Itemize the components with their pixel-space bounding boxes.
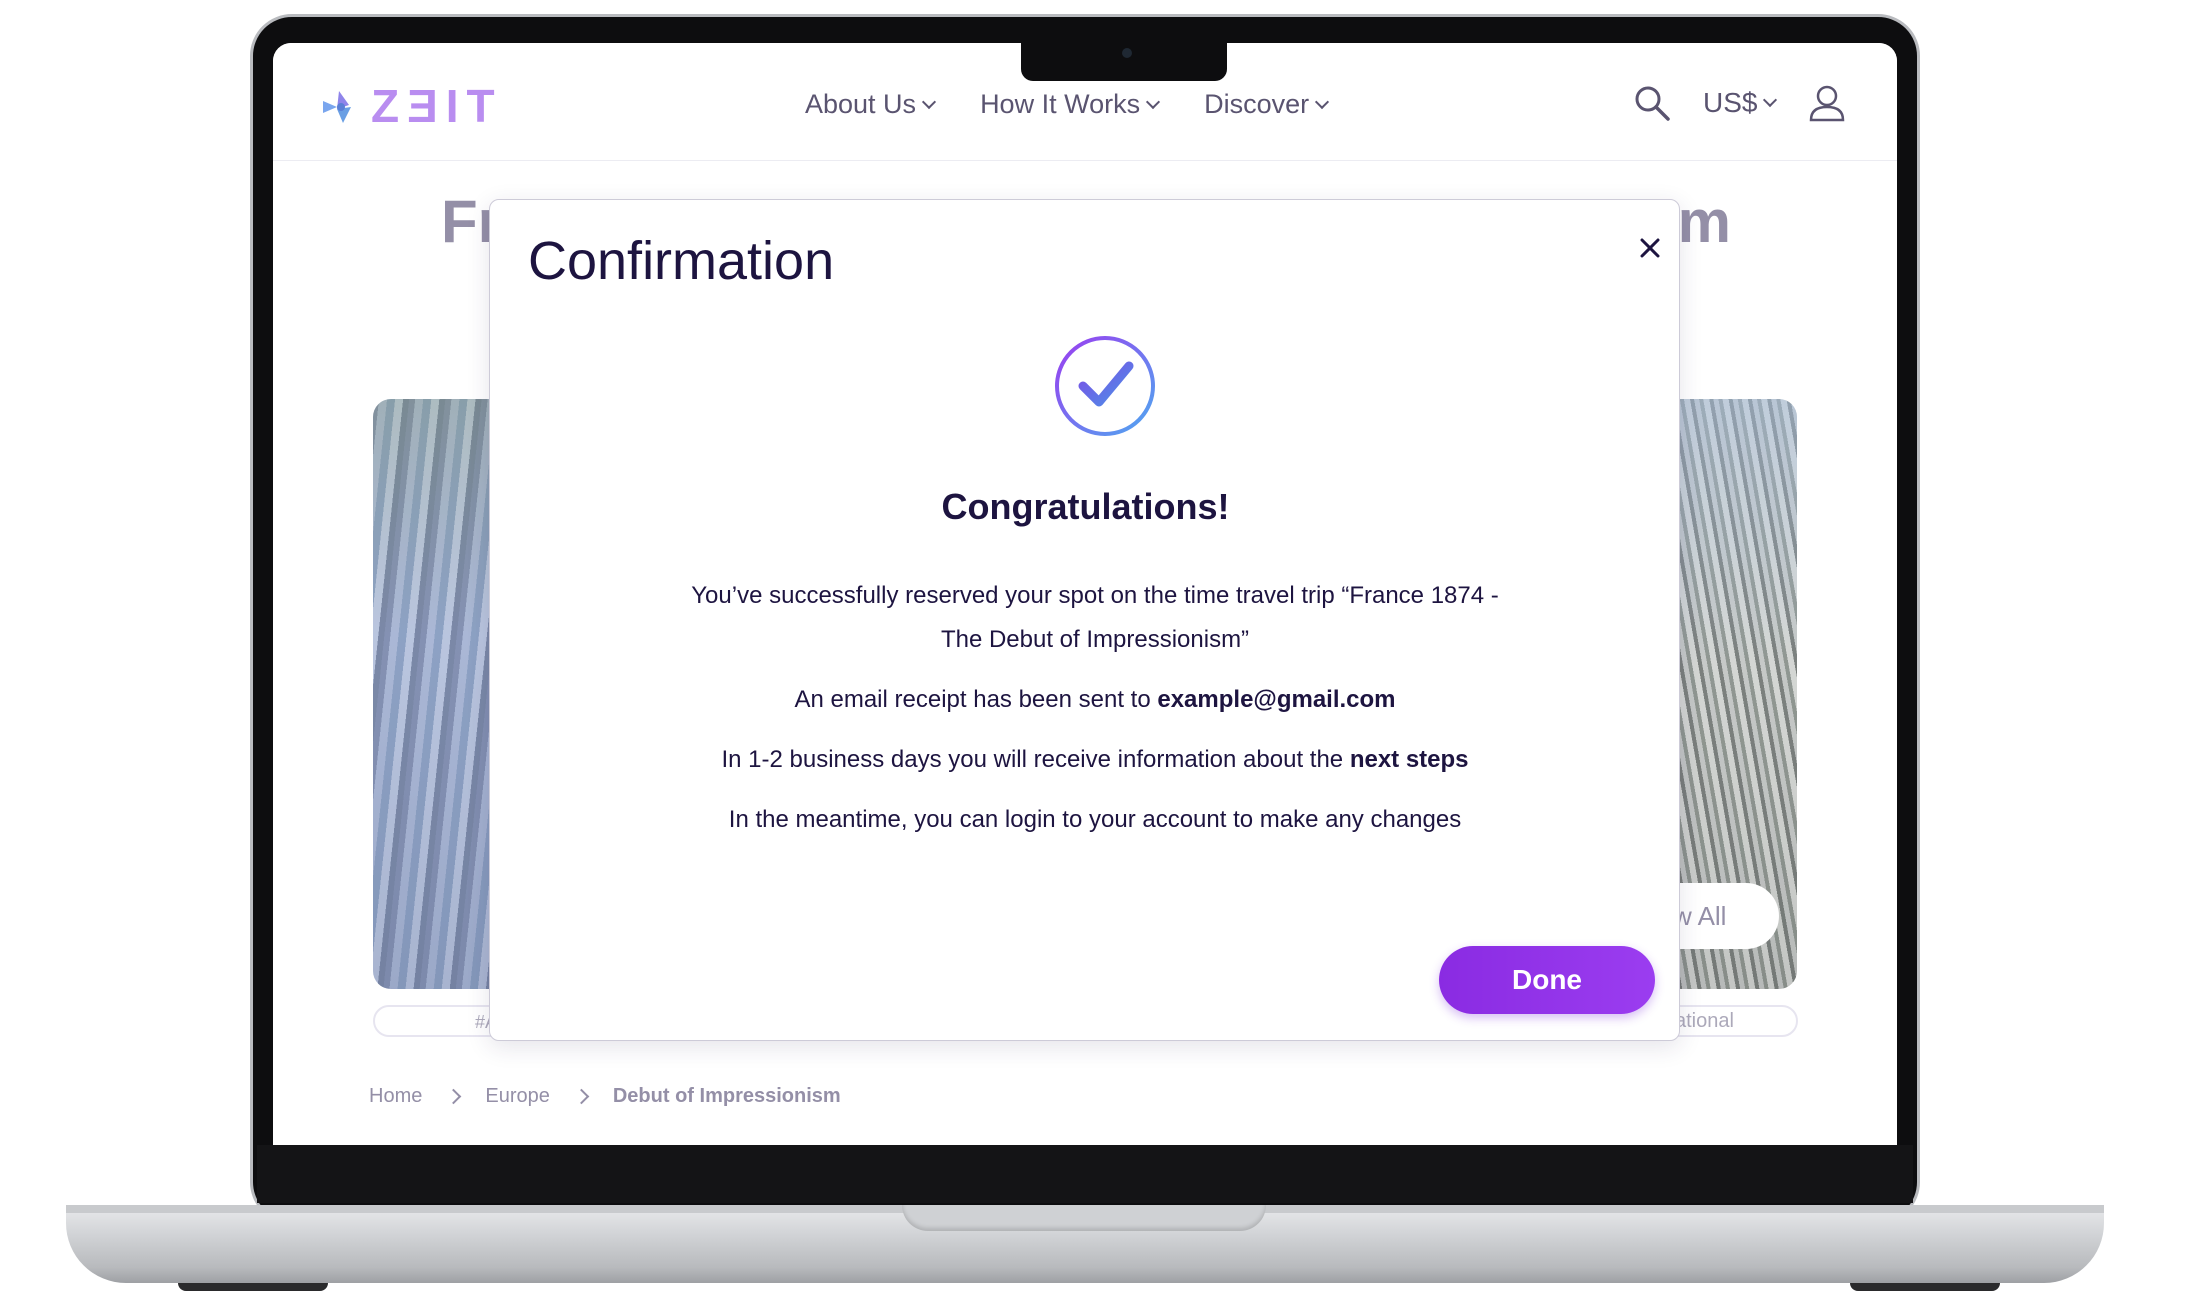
laptop-base-notch <box>902 1205 1266 1231</box>
screen: ZƎIT About Us How It Works Discover US$ … <box>273 43 1897 1145</box>
modal-body: You’ve successfully reserved your spot o… <box>640 574 1550 858</box>
email-address: example@gmail.com <box>1157 686 1396 713</box>
logo[interactable]: ZƎIT <box>319 79 503 133</box>
zeit-logo-icon <box>323 91 351 123</box>
search-icon[interactable] <box>1633 84 1671 122</box>
nav-about-us[interactable]: About Us <box>805 89 937 120</box>
close-icon[interactable] <box>1628 226 1672 270</box>
nav-label: About Us <box>805 89 917 119</box>
laptop-foot <box>1850 1283 2000 1291</box>
chevron-down-icon <box>921 94 937 109</box>
email-message: An email receipt has been sent to exampl… <box>794 686 1396 713</box>
user-icon[interactable] <box>1807 83 1847 123</box>
done-button[interactable]: Done <box>1439 946 1655 1014</box>
camera <box>1122 48 1132 58</box>
chevron-down-icon <box>1146 94 1161 109</box>
chevron-down-icon <box>1763 92 1778 108</box>
nav-label: How It Works <box>980 89 1141 119</box>
main-nav: About Us How It Works Discover <box>805 89 1330 120</box>
header-actions: US$ <box>1633 83 1847 123</box>
chevron-down-icon <box>1315 94 1330 109</box>
modal-title: Confirmation <box>528 231 835 291</box>
laptop-chin <box>257 1145 1913 1203</box>
confirmation-modal: Confirmation Congratulations! You’ve suc… <box>489 199 1680 1041</box>
next-steps-text: next steps <box>1349 746 1469 773</box>
check-circle-icon <box>1055 336 1155 436</box>
nav-how-it-works[interactable]: How It Works <box>980 89 1161 120</box>
next-steps-message: In 1-2 business days you will receive in… <box>721 746 1469 773</box>
currency-label: US$ <box>1703 87 1758 118</box>
account-message: In the meantime, you can login to your a… <box>728 806 1462 833</box>
reservation-message: You’ve successfully reserved your spot o… <box>691 582 1499 653</box>
logo-text: ZƎIT <box>371 80 503 132</box>
nav-discover[interactable]: Discover <box>1204 89 1330 120</box>
congrats-heading: Congratulations! <box>941 486 1230 527</box>
laptop-foot <box>178 1283 328 1291</box>
nav-label: Discover <box>1204 89 1310 119</box>
currency-selector[interactable]: US$ <box>1703 87 1778 119</box>
